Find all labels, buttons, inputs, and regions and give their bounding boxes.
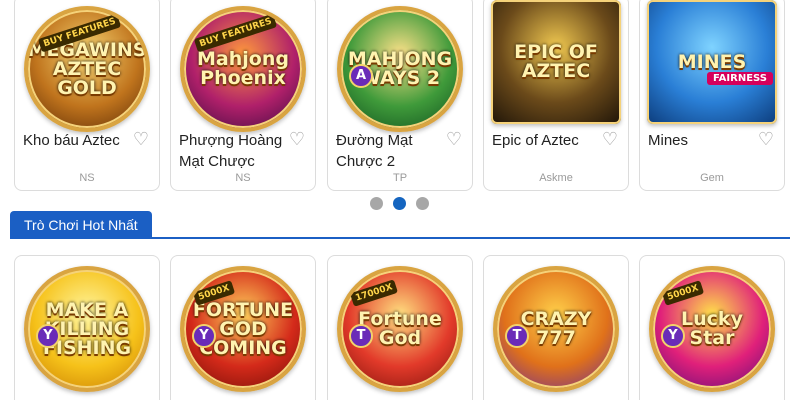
game-thumbnail[interactable]: BUY FEATURES MEGAWINS AZTEC GOLD bbox=[24, 6, 150, 132]
game-thumbnail-title: Mahjong Phoenix bbox=[197, 48, 289, 89]
provider-letter-badge: T bbox=[349, 324, 373, 348]
favorite-heart-icon[interactable]: ♡ bbox=[444, 130, 464, 150]
fairness-ribbon: FAIRNESS bbox=[707, 72, 773, 85]
game-thumbnail-title: EPIC OF AZTEC bbox=[514, 41, 598, 82]
game-provider: Askme bbox=[539, 172, 573, 184]
game-card[interactable]: 5000X Y Lucky Star bbox=[639, 255, 785, 400]
pagination-dot[interactable] bbox=[393, 197, 406, 210]
provider-letter-badge: A bbox=[349, 64, 373, 88]
favorite-heart-icon[interactable]: ♡ bbox=[131, 130, 151, 150]
game-provider: NS bbox=[79, 172, 95, 184]
game-card[interactable]: EPIC OF AZTEC Epic of Aztec ♡ Askme bbox=[483, 0, 629, 191]
game-thumbnail[interactable]: FAIRNESS MINES bbox=[647, 0, 777, 124]
game-provider: TP bbox=[392, 172, 408, 184]
carousel-pagination bbox=[370, 197, 430, 211]
buy-features-badge: BUY FEATURES bbox=[193, 13, 278, 53]
game-thumbnail[interactable]: EPIC OF AZTEC bbox=[491, 0, 621, 124]
game-name[interactable]: Kho báu Aztec bbox=[23, 130, 135, 151]
provider-letter-badge: Y bbox=[192, 324, 216, 348]
game-thumbnail[interactable]: 5000X Y Lucky Star bbox=[649, 266, 775, 392]
hot-games-row: Y MAKE A KILLING FISHING 5000X Y FORTUNE… bbox=[0, 255, 800, 400]
game-card[interactable]: BUY FEATURES Mahjong Phoenix Phượng Hoàn… bbox=[170, 0, 316, 191]
game-card[interactable]: T CRAZY 777 bbox=[483, 255, 629, 400]
pagination-dot[interactable] bbox=[370, 197, 383, 210]
game-name[interactable]: Mines bbox=[648, 130, 760, 151]
game-carousel: BUY FEATURES MEGAWINS AZTEC GOLD Kho báu… bbox=[0, 0, 800, 191]
game-card[interactable]: Y MAKE A KILLING FISHING bbox=[14, 255, 160, 400]
game-thumbnail[interactable]: A MAHJONG WAYS 2 bbox=[337, 6, 463, 132]
pagination-dot[interactable] bbox=[416, 197, 429, 210]
favorite-heart-icon[interactable]: ♡ bbox=[600, 130, 620, 150]
multiplier-badge: 17000X bbox=[349, 279, 399, 307]
game-thumbnail[interactable]: 17000X T Fortune God bbox=[337, 266, 463, 392]
game-provider: NS bbox=[235, 172, 251, 184]
game-thumbnail-title: MINES bbox=[677, 50, 747, 73]
provider-letter-badge: Y bbox=[36, 324, 60, 348]
game-card[interactable]: FAIRNESS MINES Mines ♡ Gem bbox=[639, 0, 785, 191]
favorite-heart-icon[interactable]: ♡ bbox=[287, 130, 307, 150]
favorite-heart-icon[interactable]: ♡ bbox=[756, 130, 776, 150]
section-divider bbox=[10, 237, 790, 239]
game-thumbnail[interactable]: Y MAKE A KILLING FISHING bbox=[24, 266, 150, 392]
game-card[interactable]: 17000X T Fortune God bbox=[327, 255, 473, 400]
multiplier-badge: 5000X bbox=[661, 280, 705, 306]
provider-letter-badge: T bbox=[505, 324, 529, 348]
game-name[interactable]: Đường Mạt Chược 2 bbox=[336, 130, 448, 172]
game-card[interactable]: A MAHJONG WAYS 2 Đường Mạt Chược 2 ♡ TP bbox=[327, 0, 473, 191]
section-title-tab: Trò Chơi Hot Nhất bbox=[10, 211, 152, 239]
game-card[interactable]: BUY FEATURES MEGAWINS AZTEC GOLD Kho báu… bbox=[14, 0, 160, 191]
game-thumbnail[interactable]: 5000X Y FORTUNE GOD COMING bbox=[180, 266, 306, 392]
game-provider: Gem bbox=[700, 172, 724, 184]
game-name[interactable]: Epic of Aztec bbox=[492, 130, 604, 151]
game-card[interactable]: 5000X Y FORTUNE GOD COMING bbox=[170, 255, 316, 400]
game-thumbnail[interactable]: BUY FEATURES Mahjong Phoenix bbox=[180, 6, 306, 132]
provider-letter-badge: Y bbox=[661, 324, 685, 348]
game-name[interactable]: Phượng Hoàng Mạt Chược bbox=[179, 130, 291, 172]
game-thumbnail[interactable]: T CRAZY 777 bbox=[493, 266, 619, 392]
